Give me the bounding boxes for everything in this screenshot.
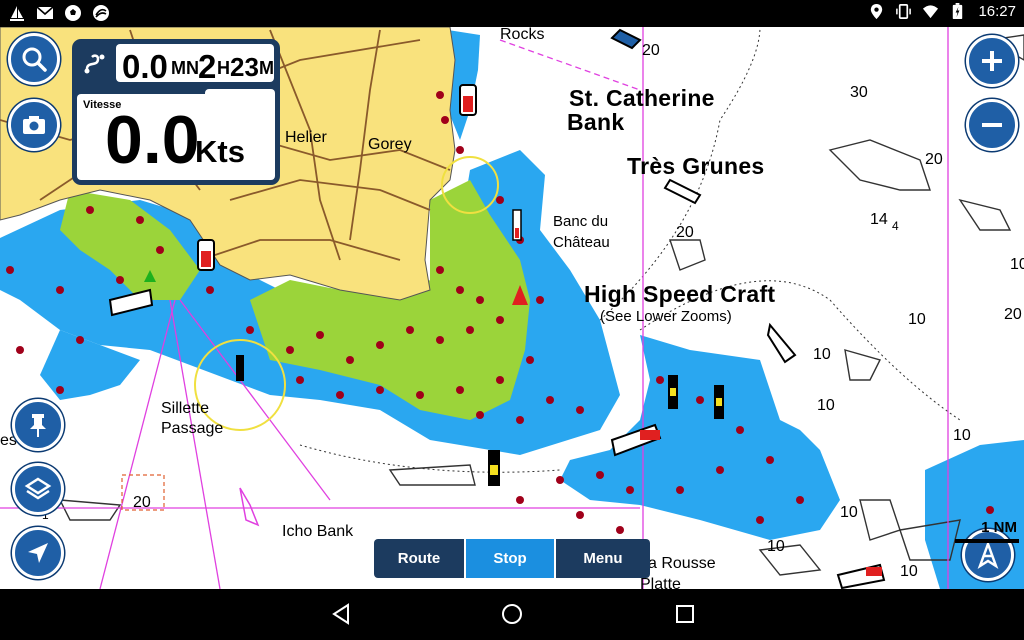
distance-value: 0.0: [122, 48, 168, 85]
camera-icon: [23, 116, 45, 134]
soccer-ball-icon: [65, 5, 81, 21]
home-icon[interactable]: [500, 602, 524, 626]
depth-sounding: 20: [925, 151, 943, 168]
depth-sounding: 10: [767, 538, 785, 555]
route-icon: [84, 54, 105, 74]
distance-unit: MN: [171, 58, 199, 78]
vibrate-icon: [896, 4, 912, 19]
time-hours: 2: [198, 48, 217, 85]
depth-sounding: 4: [892, 219, 899, 233]
menu-button[interactable]: Menu: [556, 539, 650, 578]
depth-sounding: 14: [870, 211, 888, 228]
label-high-speed-craft: High Speed Craft: [584, 281, 776, 307]
label-helier: Helier: [285, 129, 327, 146]
navigation-arrow-icon: [28, 543, 48, 563]
pin-button[interactable]: [12, 399, 64, 451]
zoom-in-button[interactable]: [966, 35, 1018, 87]
nautical-chart[interactable]: Rocks St. Catherine Bank Très Grunes Hel…: [0, 27, 1024, 589]
label-st-catherine: St. Catherine: [569, 85, 715, 111]
location-icon: [871, 3, 883, 20]
depth-sounding: 20: [1004, 306, 1022, 323]
label-see-lower-zooms: (See Lower Zooms): [600, 308, 732, 325]
depth-sounding: 10: [908, 311, 926, 328]
label-banc-du: Banc du: [553, 213, 609, 230]
scale-bar: 1 NM: [955, 519, 1019, 547]
battery-icon: [953, 3, 963, 20]
label-icho-bank: Icho Bank: [282, 523, 354, 540]
locate-button[interactable]: [12, 527, 64, 579]
depth-sounding: 10: [1010, 256, 1024, 273]
recents-icon[interactable]: [673, 602, 697, 626]
depth-sounding: 20: [676, 224, 694, 241]
depth-sounding: 10: [813, 346, 831, 363]
time-minutes: 23: [230, 52, 259, 82]
android-nav-bar: [0, 589, 1024, 640]
plus-icon: [982, 51, 1002, 71]
distance-time-box: 0.0 MN 2 H 23 M: [116, 44, 274, 85]
depth-sounding: 10: [953, 427, 971, 444]
label-bank: Bank: [567, 109, 625, 135]
label-gorey: Gorey: [368, 136, 412, 153]
time-hours-unit: H: [217, 58, 230, 78]
route-toolbar: Route Stop Menu: [374, 537, 650, 580]
speed-value: 0.0: [105, 102, 200, 178]
time-minutes-unit: M: [259, 58, 274, 78]
back-icon[interactable]: [329, 602, 353, 626]
speed-unit: Kts: [195, 134, 245, 169]
depth-sounding: 10: [840, 504, 858, 521]
depth-sounding: 10: [900, 563, 918, 580]
clock: 16:27: [978, 3, 1016, 20]
depth-sounding: 20: [133, 494, 151, 511]
label-platte: Platte: [640, 576, 681, 590]
layers-icon: [24, 477, 52, 500]
search-button[interactable]: [8, 33, 60, 85]
label-passage: Passage: [161, 420, 224, 437]
minus-icon: [982, 123, 1002, 127]
route-button[interactable]: Route: [374, 539, 464, 578]
label-la-rousse: a Rousse: [648, 555, 716, 572]
depth-sounding: 20: [642, 42, 660, 59]
status-bar: 16:27: [0, 0, 1024, 27]
zoom-out-button[interactable]: [966, 99, 1018, 151]
stop-button[interactable]: Stop: [464, 537, 556, 580]
search-icon: [22, 47, 47, 72]
sailboat-icon: [10, 6, 24, 21]
label-chateau: Château: [553, 234, 610, 251]
mail-icon: [36, 6, 54, 19]
label-tres-grunes: Très Grunes: [627, 153, 765, 179]
navionics-icon: [93, 5, 109, 21]
scale-label: 1 NM: [981, 519, 1017, 536]
label-sillette: Sillette: [161, 400, 210, 417]
wifi-icon: [923, 5, 939, 19]
speed-box: Vitesse 0.0 Kts: [77, 94, 275, 180]
layers-button[interactable]: [12, 463, 64, 515]
scale-line: [955, 539, 1019, 543]
pin-icon: [30, 414, 46, 437]
label-rocks: Rocks: [500, 27, 545, 43]
camera-button[interactable]: [8, 99, 60, 151]
depth-sounding: 10: [817, 397, 835, 414]
depth-sounding: 30: [850, 84, 868, 101]
navigation-info-panel[interactable]: 0.0 MN 2 H 23 M 0° T Vitesse 0.0 Kts: [72, 39, 280, 185]
